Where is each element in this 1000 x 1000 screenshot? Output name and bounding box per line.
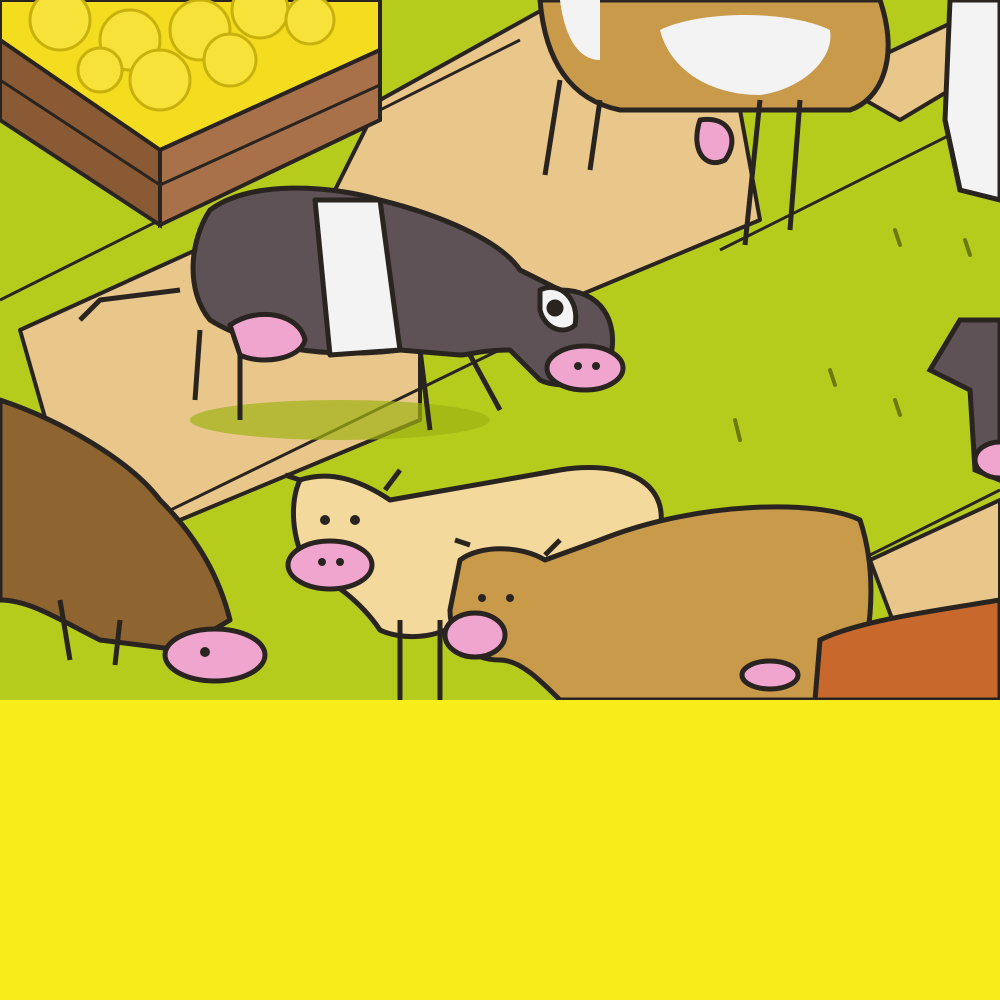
farm-game-scene[interactable] xyxy=(0,0,1000,700)
bottom-panel xyxy=(0,700,1000,1000)
farm-scene-canvas xyxy=(0,0,1000,700)
cow-right-edge-top[interactable] xyxy=(942,0,1000,203)
